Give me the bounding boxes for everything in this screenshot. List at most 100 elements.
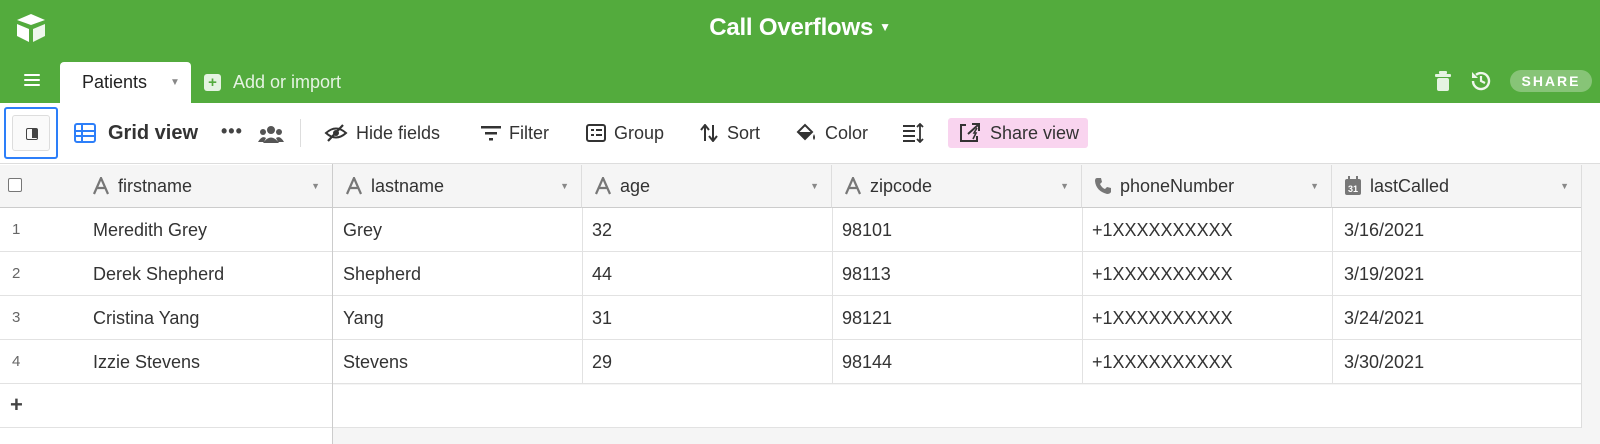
cell-zipcode[interactable]: 98121: [842, 296, 892, 340]
cell-lastcalled[interactable]: 3/16/2021: [1344, 208, 1424, 252]
column-header-zipcode[interactable]: zipcode ▼: [832, 165, 1082, 208]
cell-age[interactable]: 29: [592, 340, 612, 384]
cell-age[interactable]: 32: [592, 208, 612, 252]
add-record-row[interactable]: +: [0, 385, 1582, 428]
table-row[interactable]: 4 Izzie Stevens Stevens 29 98144 +1XXXXX…: [0, 340, 1582, 384]
cell-lastcalled[interactable]: 3/24/2021: [1344, 296, 1424, 340]
row-number: 2: [12, 265, 21, 282]
column-header-firstname[interactable]: firstname ▼: [0, 165, 333, 208]
chevron-down-icon[interactable]: ▼: [1560, 181, 1569, 191]
column-label: zipcode: [870, 175, 933, 196]
view-switcher[interactable]: Grid view: [74, 120, 198, 146]
select-all-checkbox[interactable]: [8, 178, 22, 192]
text-field-icon: [345, 177, 363, 195]
chevron-down-icon[interactable]: ▼: [810, 181, 819, 191]
tab-patients[interactable]: Patients ▼: [60, 62, 191, 103]
cell-lastcalled[interactable]: 3/30/2021: [1344, 340, 1424, 384]
chevron-down-icon[interactable]: ▼: [1060, 181, 1069, 191]
cell-zipcode[interactable]: 98101: [842, 208, 892, 252]
cell-phonenumber[interactable]: +1XXXXXXXXXX: [1092, 208, 1233, 252]
base-title[interactable]: Call Overflows ▼: [0, 0, 1600, 58]
column-label: lastCalled: [1370, 175, 1450, 196]
hide-fields-button[interactable]: Hide fields: [324, 118, 440, 148]
row-height-icon: [903, 123, 924, 143]
share-button[interactable]: SHARE: [1510, 70, 1592, 92]
cell-firstname[interactable]: Derek Shepherd: [93, 252, 224, 296]
column-header-age[interactable]: age ▼: [582, 165, 832, 208]
text-field-icon: [844, 177, 862, 195]
cell-phonenumber[interactable]: +1XXXXXXXXXX: [1092, 296, 1233, 340]
toolbar-divider: [300, 119, 301, 147]
hide-fields-label: Hide fields: [356, 122, 441, 143]
tab-label: Patients: [82, 72, 148, 92]
share-view-button[interactable]: Share view: [948, 118, 1089, 148]
chevron-down-icon[interactable]: ▼: [1310, 181, 1319, 191]
cell-lastname[interactable]: Stevens: [343, 340, 408, 384]
cell-zipcode[interactable]: 98113: [842, 252, 891, 296]
add-or-import-button[interactable]: + Add or import: [204, 71, 341, 93]
cell-phonenumber[interactable]: +1XXXXXXXXXX: [1092, 252, 1233, 296]
sidebar-toggle-button[interactable]: [4, 107, 58, 159]
share-view-label: Share view: [990, 122, 1080, 143]
sort-label: Sort: [727, 122, 761, 143]
trash-icon[interactable]: [1434, 70, 1452, 92]
column-header-lastcalled[interactable]: 31 lastCalled ▼: [1332, 165, 1582, 208]
column-divider: [832, 208, 833, 384]
filter-button[interactable]: Filter: [481, 118, 549, 148]
group-icon: [586, 124, 606, 142]
cell-lastname[interactable]: Grey: [343, 208, 382, 252]
cell-age[interactable]: 44: [592, 252, 612, 296]
plus-icon: +: [204, 73, 221, 91]
history-icon[interactable]: [1469, 69, 1493, 93]
add-record-button[interactable]: +: [10, 394, 23, 416]
cell-zipcode[interactable]: 98144: [842, 340, 892, 384]
filter-label: Filter: [509, 122, 549, 143]
row-number: 3: [12, 309, 21, 326]
chevron-down-icon[interactable]: ▼: [311, 181, 320, 191]
color-button[interactable]: Color: [795, 118, 868, 148]
group-button[interactable]: Group: [586, 118, 664, 148]
cell-lastname[interactable]: Yang: [343, 296, 384, 340]
text-field-icon: [594, 177, 612, 195]
column-divider: [582, 208, 583, 384]
column-label: age: [620, 175, 651, 196]
svg-text:31: 31: [1348, 184, 1358, 194]
row-number: 1: [12, 221, 21, 238]
chevron-down-icon: ▼: [879, 19, 891, 34]
cell-firstname[interactable]: Izzie Stevens: [93, 340, 200, 384]
column-header-phonenumber[interactable]: phoneNumber ▼: [1082, 165, 1332, 208]
cell-age[interactable]: 31: [592, 296, 612, 340]
cell-firstname[interactable]: Cristina Yang: [93, 296, 199, 340]
cell-lastname[interactable]: Shepherd: [343, 252, 421, 296]
table-row[interactable]: 2 Derek Shepherd Shepherd 44 98113 +1XXX…: [0, 252, 1582, 296]
group-label: Group: [614, 122, 665, 143]
eye-slash-icon: [324, 124, 348, 142]
sort-button[interactable]: Sort: [699, 118, 760, 148]
cell-phonenumber[interactable]: +1XXXXXXXXXX: [1092, 340, 1233, 384]
chevron-down-icon[interactable]: ▼: [170, 77, 180, 88]
column-divider: [1332, 208, 1333, 384]
row-number: 4: [12, 353, 21, 370]
cell-lastcalled[interactable]: 3/19/2021: [1344, 252, 1424, 296]
column-divider: [1082, 208, 1083, 384]
column-divider: [1581, 165, 1582, 428]
more-options-icon[interactable]: •••: [221, 121, 243, 142]
collaborators-icon[interactable]: [258, 124, 284, 144]
cell-firstname[interactable]: Meredith Grey: [93, 208, 207, 252]
menu-icon[interactable]: [20, 71, 44, 91]
frozen-column-border: [332, 164, 333, 444]
column-header-lastname[interactable]: lastname ▼: [333, 165, 582, 208]
color-label: Color: [825, 122, 869, 143]
paint-bucket-icon: [796, 123, 815, 141]
table-row[interactable]: 3 Cristina Yang Yang 31 98121 +1XXXXXXXX…: [0, 296, 1582, 340]
table-tab-bar: Patients ▼ + Add or import SHARE: [0, 58, 1600, 103]
column-label: phoneNumber: [1120, 175, 1235, 196]
view-name: Grid view: [108, 121, 199, 144]
chevron-down-icon[interactable]: ▼: [560, 181, 569, 191]
date-field-icon: 31: [1344, 176, 1362, 196]
sidebar-icon: [26, 128, 38, 140]
view-toolbar: Grid view ••• Hide fields Filter Group S…: [0, 103, 1600, 164]
table-row[interactable]: 1 Meredith Grey Grey 32 98101 +1XXXXXXXX…: [0, 208, 1582, 252]
grid-right-gutter: [1582, 164, 1600, 444]
row-height-button[interactable]: [903, 118, 933, 148]
